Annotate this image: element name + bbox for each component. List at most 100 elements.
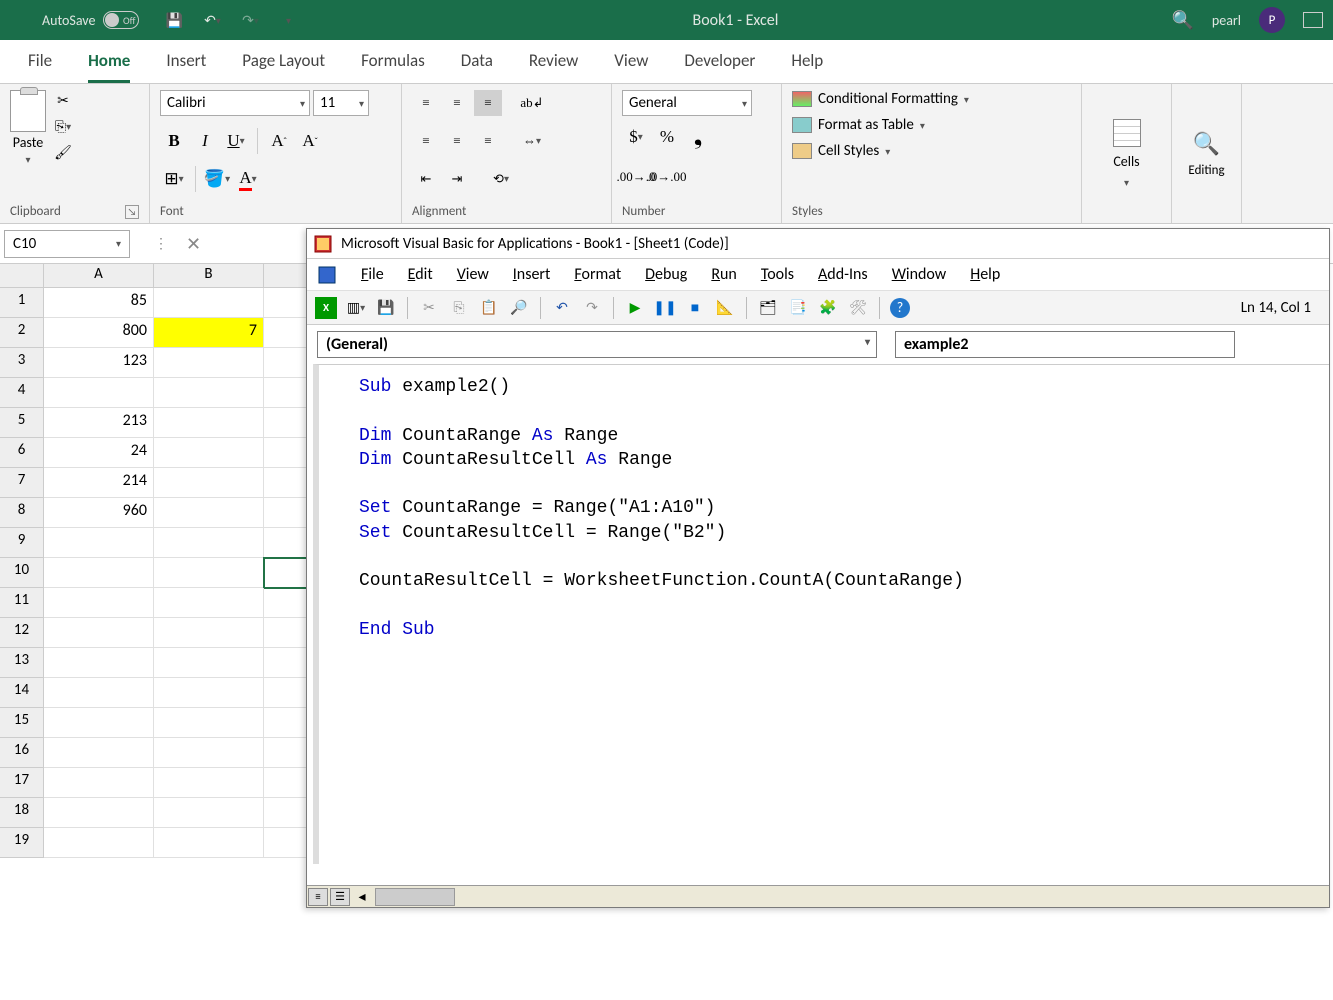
cell-A10[interactable] xyxy=(44,558,154,588)
select-all-corner[interactable] xyxy=(0,264,44,288)
cell-B8[interactable] xyxy=(154,498,264,528)
increase-font-button[interactable]: Aˆ xyxy=(265,128,293,154)
cell-B13[interactable] xyxy=(154,648,264,678)
row-header-10[interactable]: 10 xyxy=(0,558,44,588)
tab-review[interactable]: Review xyxy=(529,50,578,83)
cell-A17[interactable] xyxy=(44,768,154,798)
tab-home[interactable]: Home xyxy=(88,50,130,83)
cell-A15[interactable] xyxy=(44,708,154,738)
cell-A19[interactable] xyxy=(44,828,154,858)
row-header-5[interactable]: 5 xyxy=(0,408,44,438)
tab-formulas[interactable]: Formulas xyxy=(361,50,425,83)
row-header-19[interactable]: 19 xyxy=(0,828,44,858)
undo-icon[interactable]: ↶▾ xyxy=(201,9,223,31)
find-icon[interactable]: 🔎 xyxy=(508,297,530,319)
decrease-font-button[interactable]: Aˇ xyxy=(296,128,324,154)
tab-insert[interactable]: Insert xyxy=(166,50,206,83)
cell-B1[interactable] xyxy=(154,288,264,318)
cell-A7[interactable]: 214 xyxy=(44,468,154,498)
align-top-button[interactable]: ≡ xyxy=(412,90,440,116)
italic-button[interactable]: I xyxy=(191,128,219,154)
cell-B18[interactable] xyxy=(154,798,264,828)
cell-A12[interactable] xyxy=(44,618,154,648)
clipboard-launcher[interactable]: ↘ xyxy=(125,205,139,219)
redo-icon[interactable]: ↷▾ xyxy=(239,9,261,31)
cancel-icon[interactable]: ✕ xyxy=(186,233,201,255)
tab-file[interactable]: File xyxy=(28,50,52,83)
cell-B9[interactable] xyxy=(154,528,264,558)
vba-menu-help[interactable]: Help xyxy=(970,265,1000,284)
ribbon-display-icon[interactable] xyxy=(1303,12,1323,28)
decrease-decimal-button[interactable]: .0→.00 xyxy=(653,164,681,190)
cell-B11[interactable] xyxy=(154,588,264,618)
orientation-button[interactable]: ⟲▾ xyxy=(487,166,515,192)
tab-page-layout[interactable]: Page Layout xyxy=(242,50,325,83)
qat-customize-icon[interactable]: ▾ xyxy=(277,9,299,31)
cell-B2[interactable]: 7 xyxy=(154,318,264,348)
fill-color-button[interactable]: 🪣▾ xyxy=(203,166,231,192)
cell-styles-button[interactable]: Cell Styles▾ xyxy=(792,142,890,160)
row-header-15[interactable]: 15 xyxy=(0,708,44,738)
increase-decimal-button[interactable]: .00→.0 xyxy=(622,164,650,190)
find-icon[interactable]: 🔍 xyxy=(1193,130,1220,157)
cell-A14[interactable] xyxy=(44,678,154,708)
cell-A9[interactable] xyxy=(44,528,154,558)
vba-menu-add-ins[interactable]: Add-Ins xyxy=(818,265,868,284)
align-middle-button[interactable]: ≡ xyxy=(443,90,471,116)
run-icon[interactable]: ▶ xyxy=(624,297,646,319)
comma-button[interactable]: ❟ xyxy=(684,124,712,150)
align-right-button[interactable]: ≡ xyxy=(474,128,502,154)
row-header-8[interactable]: 8 xyxy=(0,498,44,528)
underline-button[interactable]: U▾ xyxy=(222,128,250,154)
font-name-select[interactable]: Calibri▾ xyxy=(160,90,310,116)
row-header-17[interactable]: 17 xyxy=(0,768,44,798)
currency-button[interactable]: $▾ xyxy=(622,124,650,150)
cell-B14[interactable] xyxy=(154,678,264,708)
cell-A11[interactable] xyxy=(44,588,154,618)
reset-icon[interactable]: ■ xyxy=(684,297,706,319)
cells-icon[interactable] xyxy=(1113,119,1141,147)
vba-menu-run[interactable]: Run xyxy=(711,265,737,284)
paste-button[interactable]: Paste ▾ xyxy=(10,90,46,166)
avatar[interactable]: P xyxy=(1259,7,1285,33)
increase-indent-button[interactable]: ⇥ xyxy=(443,166,471,192)
font-size-select[interactable]: 11▾ xyxy=(313,90,369,116)
search-icon[interactable]: 🔍 xyxy=(1171,9,1193,31)
merge-button[interactable]: ⇔▾ xyxy=(518,128,546,154)
copy-icon[interactable]: ⎘ xyxy=(448,297,470,319)
vba-menu-debug[interactable]: Debug xyxy=(645,265,687,284)
scroll-left-icon[interactable]: ◂ xyxy=(351,886,373,908)
bold-button[interactable]: B xyxy=(160,128,188,154)
cell-B16[interactable] xyxy=(154,738,264,768)
column-header-B[interactable]: B xyxy=(154,264,264,288)
cell-B12[interactable] xyxy=(154,618,264,648)
wrap-text-button[interactable]: ab↲ xyxy=(518,90,546,116)
row-header-2[interactable]: 2 xyxy=(0,318,44,348)
view-excel-icon[interactable]: X xyxy=(315,297,337,319)
horizontal-scrollbar[interactable] xyxy=(375,888,455,906)
undo-icon[interactable]: ↶ xyxy=(551,297,573,319)
paste-icon[interactable]: 📋 xyxy=(478,297,500,319)
percent-button[interactable]: % xyxy=(653,124,681,150)
vba-menu-window[interactable]: Window xyxy=(892,265,947,284)
cell-B7[interactable] xyxy=(154,468,264,498)
row-header-14[interactable]: 14 xyxy=(0,678,44,708)
cell-B3[interactable] xyxy=(154,348,264,378)
design-mode-icon[interactable]: 📐 xyxy=(714,297,736,319)
column-header-A[interactable]: A xyxy=(44,264,154,288)
vba-system-icon[interactable] xyxy=(317,265,337,285)
save-icon[interactable]: 💾 xyxy=(163,9,185,31)
cell-B5[interactable] xyxy=(154,408,264,438)
cell-A3[interactable]: 123 xyxy=(44,348,154,378)
row-header-16[interactable]: 16 xyxy=(0,738,44,768)
cell-A1[interactable]: 85 xyxy=(44,288,154,318)
cell-A8[interactable]: 960 xyxy=(44,498,154,528)
borders-button[interactable]: ⊞▾ xyxy=(160,166,188,192)
name-box[interactable]: C10▾ xyxy=(4,230,130,258)
vba-menu-tools[interactable]: Tools xyxy=(761,265,794,284)
row-header-11[interactable]: 11 xyxy=(0,588,44,618)
row-header-12[interactable]: 12 xyxy=(0,618,44,648)
tab-view[interactable]: View xyxy=(614,50,648,83)
vba-menu-format[interactable]: Format xyxy=(574,265,621,284)
save-icon[interactable]: 💾 xyxy=(375,297,397,319)
